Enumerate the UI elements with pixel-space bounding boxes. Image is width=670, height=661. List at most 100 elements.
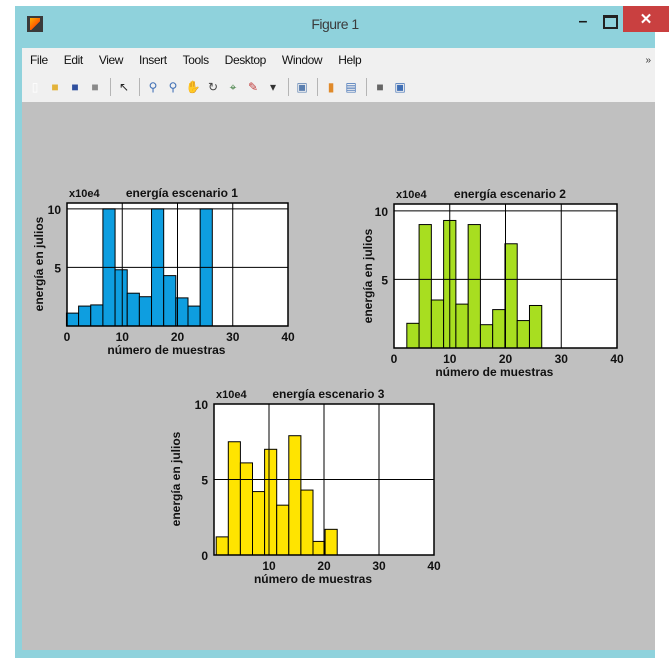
plots-svg: 0 10 20 30 40 5 10 x10e4 energía escenario 1 núme…: [32, 186, 624, 586]
histogram-bar: [418, 224, 432, 349]
link-plot-icon[interactable]: ▣: [293, 78, 311, 96]
menu-window[interactable]: Window: [274, 53, 330, 67]
y-axis-label: energía en julios: [169, 431, 183, 526]
histogram-bar: [467, 224, 481, 349]
chart-title: energía escenario 3: [272, 387, 384, 401]
histogram-bar: [324, 528, 338, 556]
save-icon[interactable]: ■: [66, 78, 84, 96]
open-file-icon[interactable]: ■: [46, 78, 64, 96]
chart-title: energía escenario 1: [126, 186, 238, 200]
exponent-label: x10e4: [69, 188, 100, 200]
histogram-bar: [239, 462, 253, 556]
x-tick-label: 0: [391, 352, 398, 366]
histogram-bar: [516, 320, 530, 349]
figure-window: Figure 1 – ✕ File Edit View Insert Tools…: [15, 6, 669, 658]
x-tick-label: 20: [171, 330, 185, 344]
x-tick-label: 30: [555, 352, 569, 366]
x-tick-label: 10: [443, 352, 457, 366]
figure-canvas: 0 10 20 30 40 5 10 x10e4 energía escenario 1 núme…: [22, 102, 655, 650]
histogram-bar: [90, 304, 104, 327]
histogram-bar: [187, 305, 201, 327]
x-tick-label: 10: [262, 559, 276, 573]
exponent-label: x10e4: [396, 189, 427, 201]
histogram-bar: [406, 322, 420, 349]
menu-edit[interactable]: Edit: [56, 53, 91, 67]
zoom-in-icon[interactable]: ⚲: [144, 78, 162, 96]
histogram-bar: [430, 299, 445, 349]
histogram-bar: [300, 489, 314, 556]
histogram-bar: [78, 305, 92, 327]
zoom-out-icon[interactable]: ⚲: [164, 78, 182, 96]
histogram-bar: [479, 324, 494, 349]
y-tick-label: 10: [375, 205, 389, 219]
histogram-bar: [528, 304, 543, 349]
x-axis-label: número de muestras: [107, 343, 225, 357]
legend-icon[interactable]: ▤: [342, 78, 360, 96]
menu-view[interactable]: View: [91, 53, 131, 67]
x-tick-label: 10: [116, 330, 130, 344]
x-tick-label: 0: [64, 330, 71, 344]
histogram-bar: [114, 269, 128, 327]
y-axis-label: energía en julios: [361, 228, 375, 323]
x-axis-label: número de muestras: [254, 572, 372, 586]
window-title: Figure 1: [311, 16, 359, 32]
title-bar[interactable]: Figure 1 – ✕: [15, 6, 669, 44]
brush-menu-icon[interactable]: ▾: [264, 78, 282, 96]
y-tick-label: 0: [201, 549, 208, 563]
pan-icon[interactable]: ✋: [184, 78, 202, 96]
toolbar: ▯ ■ ■ ■ ↖ ⚲ ⚲ ✋ ↻ ⌖ ✎ ▾ ▣ ▮ ▤ ■ ▣: [22, 72, 655, 102]
toolbar-separator: [139, 78, 140, 96]
y-tick-label: 10: [195, 398, 209, 412]
y-tick-label: 5: [201, 474, 208, 488]
colorbar-icon[interactable]: ▮: [322, 78, 340, 96]
histogram-bar: [264, 448, 278, 556]
histogram-bar: [163, 275, 177, 327]
toolbar-separator: [317, 78, 318, 96]
histogram-bar: [227, 441, 241, 556]
y-tick-label: 5: [381, 273, 388, 287]
show-tools-icon[interactable]: ▣: [391, 78, 409, 96]
histogram-bar: [126, 292, 140, 327]
rotate-3d-icon[interactable]: ↻: [204, 78, 222, 96]
menu-desktop[interactable]: Desktop: [217, 53, 274, 67]
close-button[interactable]: ✕: [623, 6, 669, 32]
histogram-bar: [492, 309, 506, 349]
menu-help[interactable]: Help: [330, 53, 369, 67]
y-axis-label: energía en julios: [32, 216, 46, 311]
histogram-bar: [65, 312, 80, 327]
minimize-button[interactable]: –: [570, 8, 596, 36]
hide-tools-icon[interactable]: ■: [371, 78, 389, 96]
toolbar-separator: [110, 78, 111, 96]
data-cursor-icon[interactable]: ⌖: [224, 78, 242, 96]
histogram-bar: [215, 536, 229, 556]
y-tick-label: 5: [54, 261, 61, 275]
histogram-bar: [252, 491, 266, 556]
menu-file[interactable]: File: [22, 53, 56, 67]
toolbar-separator: [288, 78, 289, 96]
new-figure-icon[interactable]: ▯: [26, 78, 44, 96]
x-tick-label: 20: [499, 352, 513, 366]
print-icon[interactable]: ■: [86, 78, 104, 96]
menu-overflow-icon[interactable]: »: [645, 55, 651, 66]
histogram-bar: [455, 303, 469, 349]
y-tick-label: 10: [48, 203, 62, 217]
menu-tools[interactable]: Tools: [175, 53, 217, 67]
histogram-bar: [288, 435, 302, 556]
x-tick-label: 40: [610, 352, 624, 366]
edit-plot-icon[interactable]: ↖: [115, 78, 133, 96]
brush-icon[interactable]: ✎: [244, 78, 262, 96]
x-axis-label: número de muestras: [435, 365, 553, 379]
histogram-bar: [276, 504, 290, 556]
exponent-label: x10e4: [216, 389, 247, 401]
x-tick-label: 20: [317, 559, 331, 573]
histogram-bar: [504, 243, 518, 349]
x-tick-label: 30: [226, 330, 240, 344]
maximize-button[interactable]: [597, 8, 623, 36]
maximize-icon: [602, 15, 618, 29]
x-tick-label: 30: [372, 559, 386, 573]
x-tick-label: 40: [427, 559, 441, 573]
chart-title: energía escenario 2: [454, 187, 566, 201]
toolbar-separator: [366, 78, 367, 96]
x-tick-label: 40: [281, 330, 295, 344]
menu-insert[interactable]: Insert: [131, 53, 175, 67]
